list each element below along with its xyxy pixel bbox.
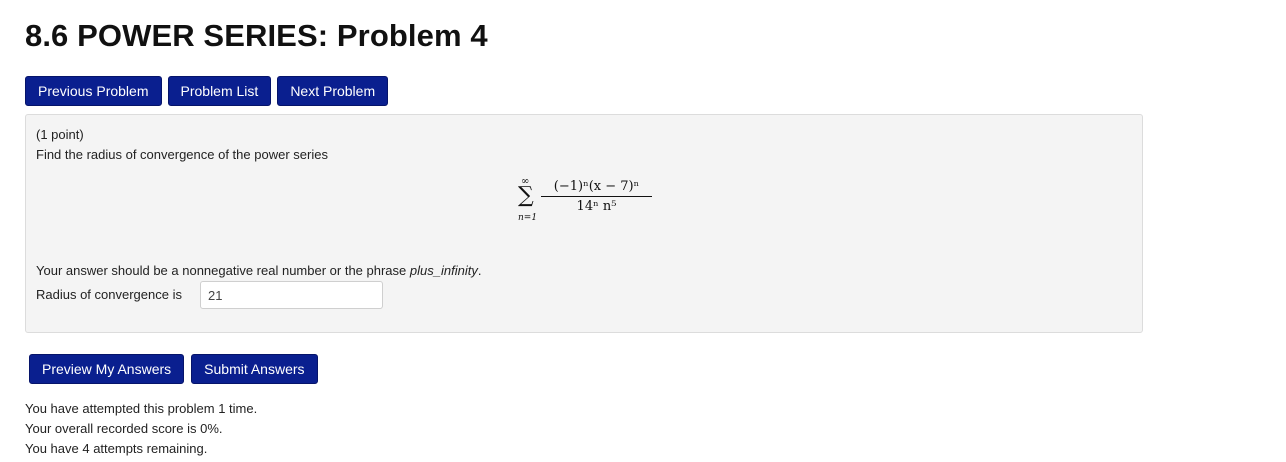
radius-answer-input[interactable] [200,281,383,309]
instruction-text: Your answer should be a nonnegative real… [36,263,410,278]
problem-list-button[interactable]: Problem List [167,76,272,106]
problem-navigation: Previous Problem Problem List Next Probl… [25,76,389,106]
attempt-count: You have attempted this problem 1 time. [25,401,258,416]
sum-symbol: ∑ [518,183,534,208]
answer-instruction: Your answer should be a nonnegative real… [36,263,481,278]
instruction-end: . [477,263,482,278]
fraction-numerator: (−1)ⁿ(x − 7)ⁿ [553,179,640,194]
instruction-phrase: plus_infinity [409,263,478,278]
submit-answers-button[interactable]: Submit Answers [191,354,318,384]
next-problem-button[interactable]: Next Problem [277,76,389,106]
problem-statement: Find the radius of convergence of the po… [36,147,328,162]
page-title: 8.6 POWER SERIES: Problem 4 [25,18,488,53]
answer-label: Radius of convergence is [36,287,182,302]
fraction-denominator: 14ⁿ n⁵ [576,199,617,214]
preview-answers-button[interactable]: Preview My Answers [29,354,185,384]
attempts-remaining: You have 4 attempts remaining. [25,441,208,456]
series-fraction: (−1)ⁿ(x − 7)ⁿ 14ⁿ n⁵ [541,179,652,214]
problem-box: (1 point) Find the radius of convergence… [25,114,1143,333]
recorded-score: Your overall recorded score is 0%. [25,421,223,436]
problem-points: (1 point) [36,127,84,142]
sum-lower-limit: n=1 [518,213,538,223]
answer-actions: Preview My Answers Submit Answers [29,354,318,384]
series-formula: ∞ ∑ n=1 (−1)ⁿ(x − 7)ⁿ 14ⁿ n⁵ [518,176,658,228]
previous-problem-button[interactable]: Previous Problem [25,76,162,106]
